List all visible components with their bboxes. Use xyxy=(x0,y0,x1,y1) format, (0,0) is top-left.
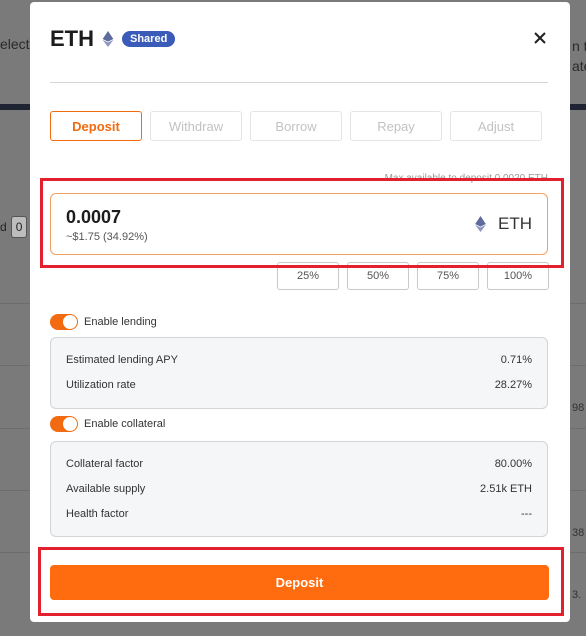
deposit-highlight-box xyxy=(38,547,564,616)
background-right-text-1: n t xyxy=(572,38,586,54)
background-right-text: n t ate xyxy=(572,36,586,76)
collateral-factor-row: Collateral factor 80.00% xyxy=(66,451,532,476)
tab-withdraw[interactable]: Withdraw xyxy=(150,111,242,141)
tab-repay[interactable]: Repay xyxy=(350,111,442,141)
background-left-text: elect xyxy=(0,36,30,52)
background-left-chip-value: 0 xyxy=(10,216,28,238)
row-label: Estimated lending APY xyxy=(66,353,178,366)
tab-adjust[interactable]: Adjust xyxy=(450,111,542,141)
deposit-modal: ETH Shared Deposit Withdraw Borrow Repay… xyxy=(30,2,570,622)
enable-collateral-row: Enable collateral xyxy=(50,416,165,432)
row-value: --- xyxy=(521,507,532,520)
action-tabs: Deposit Withdraw Borrow Repay Adjust xyxy=(50,111,542,141)
lending-details-panel: Estimated lending APY 0.71% Utilization … xyxy=(50,337,548,409)
tab-borrow[interactable]: Borrow xyxy=(250,111,342,141)
row-value: 28.27% xyxy=(494,378,532,391)
background-number: 3. xyxy=(572,589,582,601)
enable-collateral-toggle[interactable] xyxy=(50,416,78,432)
health-factor-row: Health factor --- xyxy=(66,501,532,526)
lending-apy-row: Estimated lending APY 0.71% xyxy=(66,347,532,372)
row-value: 2.51k ETH xyxy=(480,482,532,495)
background-left-chip-label: d xyxy=(0,220,7,234)
background-left-chip: d 0 xyxy=(0,216,28,238)
enable-collateral-label: Enable collateral xyxy=(84,418,166,430)
background-right-text-2: ate xyxy=(572,58,586,74)
row-value: 0.71% xyxy=(500,353,532,366)
modal-header: ETH Shared xyxy=(50,26,176,52)
row-label: Health factor xyxy=(66,507,129,520)
collateral-details-panel: Collateral factor 80.00% Available suppl… xyxy=(50,441,548,537)
utilization-rate-row: Utilization rate 28.27% xyxy=(66,372,532,397)
available-supply-row: Available supply 2.51k ETH xyxy=(66,476,532,501)
amount-highlight-box xyxy=(40,178,564,268)
toggle-knob xyxy=(63,417,77,431)
modal-title: ETH xyxy=(50,26,94,51)
row-value: 80.00% xyxy=(494,457,532,470)
header-divider xyxy=(50,82,548,83)
enable-lending-row: Enable lending xyxy=(50,314,157,330)
background-number: 38 xyxy=(572,527,585,539)
enable-lending-label: Enable lending xyxy=(84,316,157,328)
toggle-knob xyxy=(63,315,77,329)
close-icon[interactable] xyxy=(532,30,548,46)
row-label: Available supply xyxy=(66,482,146,495)
enable-lending-toggle[interactable] xyxy=(50,314,78,330)
tab-deposit[interactable]: Deposit xyxy=(50,111,142,141)
shared-badge: Shared xyxy=(122,31,176,47)
ethereum-icon xyxy=(102,31,114,47)
row-label: Utilization rate xyxy=(66,378,136,391)
row-label: Collateral factor xyxy=(66,457,144,470)
background-number: 98 xyxy=(572,402,585,414)
